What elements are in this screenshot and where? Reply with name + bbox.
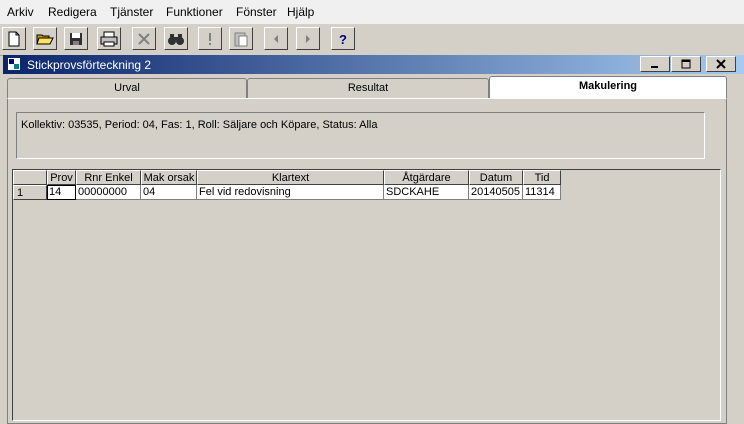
window-title: Stickprovsförteckning 2	[27, 58, 152, 72]
menu-bar: Arkiv Redigera Tjänster Funktioner Fönst…	[0, 0, 744, 24]
table-cell-prov[interactable]: 14	[47, 185, 76, 200]
svg-text:?: ?	[339, 32, 347, 46]
binoculars-icon	[168, 33, 184, 45]
info-box: Kollektiv: 03535, Period: 04, Fas: 1, Ro…	[16, 112, 705, 159]
menu-redigera[interactable]: Redigera	[48, 5, 97, 19]
arrow-left-icon	[274, 34, 278, 43]
menu-funktioner[interactable]: Funktioner	[166, 5, 223, 19]
new-document-icon	[8, 31, 20, 46]
toolbar: ?	[0, 24, 744, 56]
table-cell-rnr-enkel[interactable]: 00000000	[76, 185, 141, 200]
table-cell-klartext[interactable]: Fel vid redovisning	[197, 185, 384, 200]
clipboard-icon	[234, 32, 248, 46]
result-grid[interactable]: Prov Rnr Enkel Mak orsak Klartext Åtgärd…	[12, 169, 721, 421]
column-header-datum[interactable]: Datum	[469, 170, 523, 185]
previous-button[interactable]	[264, 27, 288, 50]
close-button[interactable]	[706, 56, 736, 72]
maximize-button[interactable]	[671, 56, 701, 72]
help-button[interactable]: ?	[331, 27, 355, 50]
tab-resultat-label: Resultat	[347, 82, 389, 94]
child-window: Stickprovsförteckning 2 Urval Resultat M…	[3, 55, 744, 424]
save-disk-icon	[70, 32, 82, 45]
next-button[interactable]	[296, 27, 320, 50]
tab-urval[interactable]: Urval	[7, 78, 247, 98]
table-cell-mak-orsak[interactable]: 04	[141, 185, 197, 200]
info-text: Kollektiv: 03535, Period: 04, Fas: 1, Ro…	[21, 119, 378, 131]
tab-makulering-label: Makulering	[578, 80, 638, 92]
table-cell-atgardare[interactable]: SDCKAHE	[384, 185, 469, 200]
table-cell-datum[interactable]: 20140505	[469, 185, 523, 200]
column-header-atgardare[interactable]: Åtgärdare	[384, 170, 469, 185]
delete-x-icon	[138, 32, 150, 45]
tab-urval-label: Urval	[114, 82, 140, 94]
open-button[interactable]	[33, 27, 57, 50]
question-mark-icon: ?	[339, 32, 347, 46]
column-header-rnr-enkel[interactable]: Rnr Enkel	[76, 170, 141, 185]
tab-makulering[interactable]: Makulering	[489, 76, 727, 98]
column-header-klartext[interactable]: Klartext	[197, 170, 384, 185]
column-header-mak-orsak[interactable]: Mak orsak	[141, 170, 197, 185]
window-app-icon	[8, 58, 20, 70]
tab-panel: Kollektiv: 03535, Period: 04, Fas: 1, Ro…	[7, 98, 727, 424]
row-header[interactable]: 1	[13, 185, 47, 200]
menu-tjanster[interactable]: Tjänster	[110, 5, 153, 19]
table-cell-tid[interactable]: 11314	[523, 185, 561, 200]
exclamation-icon	[209, 32, 211, 45]
open-folder-icon	[36, 34, 54, 44]
window-titlebar[interactable]: Stickprovsförteckning 2	[3, 55, 744, 74]
save-button[interactable]	[64, 27, 88, 50]
arrow-right-icon	[306, 34, 310, 43]
column-header-prov[interactable]: Prov	[47, 170, 76, 185]
minimize-icon	[651, 66, 658, 68]
new-button[interactable]	[2, 27, 26, 50]
menu-fonster[interactable]: Fönster	[236, 5, 277, 19]
column-header-tid[interactable]: Tid	[523, 170, 561, 185]
minimize-button[interactable]	[640, 56, 670, 72]
tab-resultat[interactable]: Resultat	[247, 78, 489, 98]
close-icon	[716, 59, 726, 69]
find-button[interactable]	[164, 27, 188, 50]
printer-icon	[100, 31, 118, 46]
alert-button[interactable]	[198, 27, 222, 50]
maximize-icon	[681, 59, 691, 69]
delete-button[interactable]	[132, 27, 156, 50]
print-button[interactable]	[97, 27, 121, 50]
paste-button[interactable]	[229, 27, 253, 50]
menu-arkiv[interactable]: Arkiv	[7, 5, 34, 19]
grid-corner	[13, 170, 47, 185]
menu-hjalp[interactable]: Hjälp	[287, 5, 314, 19]
